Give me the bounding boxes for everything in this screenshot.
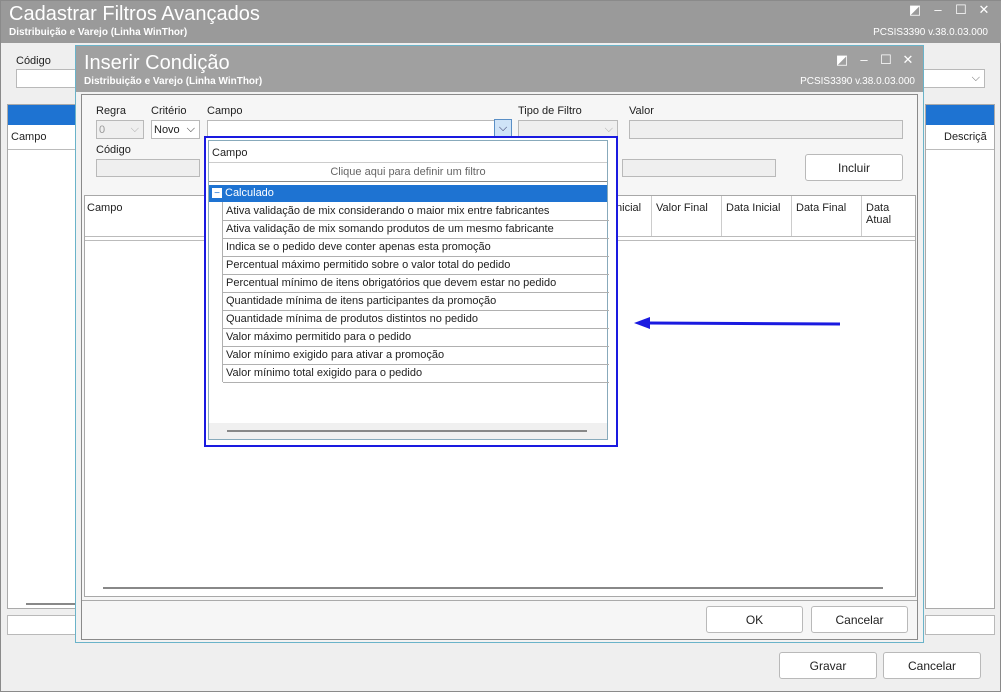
indent-column (209, 202, 223, 382)
restore-icon[interactable]: ◩ (907, 2, 923, 18)
outer-bottom-field[interactable] (7, 615, 77, 635)
close-icon[interactable]: ✕ (900, 52, 916, 68)
incluir-button[interactable]: Incluir (805, 154, 903, 181)
outer-window-title: Cadastrar Filtros Avançados (9, 3, 260, 25)
outer-campo-header: Campo (11, 131, 47, 143)
grid-header-valor-final: Valor Final (656, 202, 708, 214)
chevron-down-icon: ⌵ (130, 123, 139, 135)
campo-option[interactable]: Ativa validação de mix considerando o ma… (223, 203, 609, 221)
outer-grid-left: Campo (7, 104, 78, 609)
dialog-title-bar: Inserir Condição Distribuição e Varejo (… (76, 46, 923, 92)
regra-select[interactable]: 0 ⌵ (96, 120, 144, 139)
campo-label: Campo (207, 105, 243, 117)
annotation-arrow-icon (634, 317, 841, 329)
campo-option[interactable]: Percentual mínimo de itens obrigatórios … (223, 275, 609, 293)
chevron-down-icon: ⌵ (604, 123, 613, 135)
outer-scrollbar[interactable] (26, 603, 78, 605)
chevron-down-icon: ⌵ (971, 72, 980, 84)
minimize-icon[interactable]: – (856, 52, 872, 68)
grid-header-data-atual: Data Atual (866, 202, 892, 226)
criterio-label: Critério (151, 105, 187, 117)
gravar-button[interactable]: Gravar (779, 652, 877, 679)
dialog-version: PCSIS3390 v.38.0.03.000 (800, 76, 915, 87)
chevron-down-icon: ⌵ (498, 122, 508, 134)
criterio-value: Novo (154, 124, 180, 136)
dialog-title: Inserir Condição (84, 52, 230, 74)
outer-window-subtitle: Distribuição e Varejo (Linha WinThor) (9, 27, 188, 38)
campo-option[interactable]: Valor mínimo exigido para ativar a promo… (223, 347, 609, 365)
popup-hscroll-thumb[interactable] (227, 430, 587, 432)
dialog-subtitle: Distribuição e Varejo (Linha WinThor) (84, 76, 263, 87)
chevron-down-icon: ⌵ (186, 123, 195, 135)
outer-title-bar: Cadastrar Filtros Avançados Distribuição… (1, 1, 1001, 43)
tipo-filtro-label: Tipo de Filtro (518, 105, 582, 117)
grid-scrollbar[interactable] (103, 587, 883, 589)
regra-label: Regra (96, 105, 126, 117)
campo-dropdown-list: Campo Clique aqui para definir um filtro… (208, 140, 609, 440)
valor-label: Valor (629, 105, 654, 117)
grid-header-campo: Campo (87, 202, 123, 214)
outer-cancelar-button[interactable]: Cancelar (883, 652, 981, 679)
outer-version: PCSIS3390 v.38.0.03.000 (873, 27, 988, 38)
outer-bottom-field-right[interactable] (925, 615, 995, 635)
campo-option[interactable]: Valor mínimo total exigido para o pedido (223, 365, 609, 383)
criterio-select[interactable]: Novo ⌵ (151, 120, 200, 139)
campo-option[interactable]: Quantidade mínima de produtos distintos … (223, 311, 609, 329)
grid-header-data-final: Data Final (796, 202, 847, 214)
campo-dropdown-popup: Campo Clique aqui para definir um filtro… (204, 136, 618, 447)
group-row-calculado[interactable]: − Calculado (209, 185, 607, 202)
outer-codigo-field[interactable] (16, 69, 76, 88)
filter-hint-row[interactable]: Clique aqui para definir um filtro (209, 163, 607, 181)
outer-dropdown[interactable]: ⌵ (923, 69, 985, 88)
minimize-icon[interactable]: – (930, 2, 946, 18)
regra-value: 0 (99, 124, 106, 136)
outer-codigo-label: Código (16, 55, 51, 67)
campo-option[interactable]: Ativa validação de mix somando produtos … (223, 221, 609, 239)
outer-grid-right: Descriçã (925, 104, 995, 609)
restore-icon[interactable]: ◩ (834, 52, 850, 68)
maximize-icon[interactable]: ☐ (953, 2, 969, 18)
dialog-cancelar-button[interactable]: Cancelar (811, 606, 908, 633)
codigo-field[interactable] (96, 159, 200, 177)
collapse-icon[interactable]: − (212, 188, 222, 199)
close-icon[interactable]: ✕ (976, 2, 992, 18)
outer-grid-selected-bar (8, 105, 76, 125)
valor-field[interactable] (629, 120, 903, 139)
ok-button[interactable]: OK (706, 606, 803, 633)
codigo-label: Código (96, 144, 131, 156)
popup-column-header: Campo (212, 147, 248, 159)
campo-option[interactable]: Indica se o pedido deve conter apenas es… (223, 239, 609, 257)
campo-option[interactable]: Percentual máximo permitido sobre o valo… (223, 257, 609, 275)
descricao-field[interactable] (622, 159, 776, 177)
outer-descricao-header: Descriçã (944, 131, 987, 143)
group-label: Calculado (225, 187, 274, 199)
campo-option[interactable]: Valor máximo permitido para o pedido (223, 329, 609, 347)
maximize-icon[interactable]: ☐ (878, 52, 894, 68)
campo-option[interactable]: Quantidade mínima de itens participantes… (223, 293, 609, 311)
popup-hscroll-track (209, 423, 607, 439)
grid-header-data-inicial: Data Inicial (726, 202, 781, 214)
